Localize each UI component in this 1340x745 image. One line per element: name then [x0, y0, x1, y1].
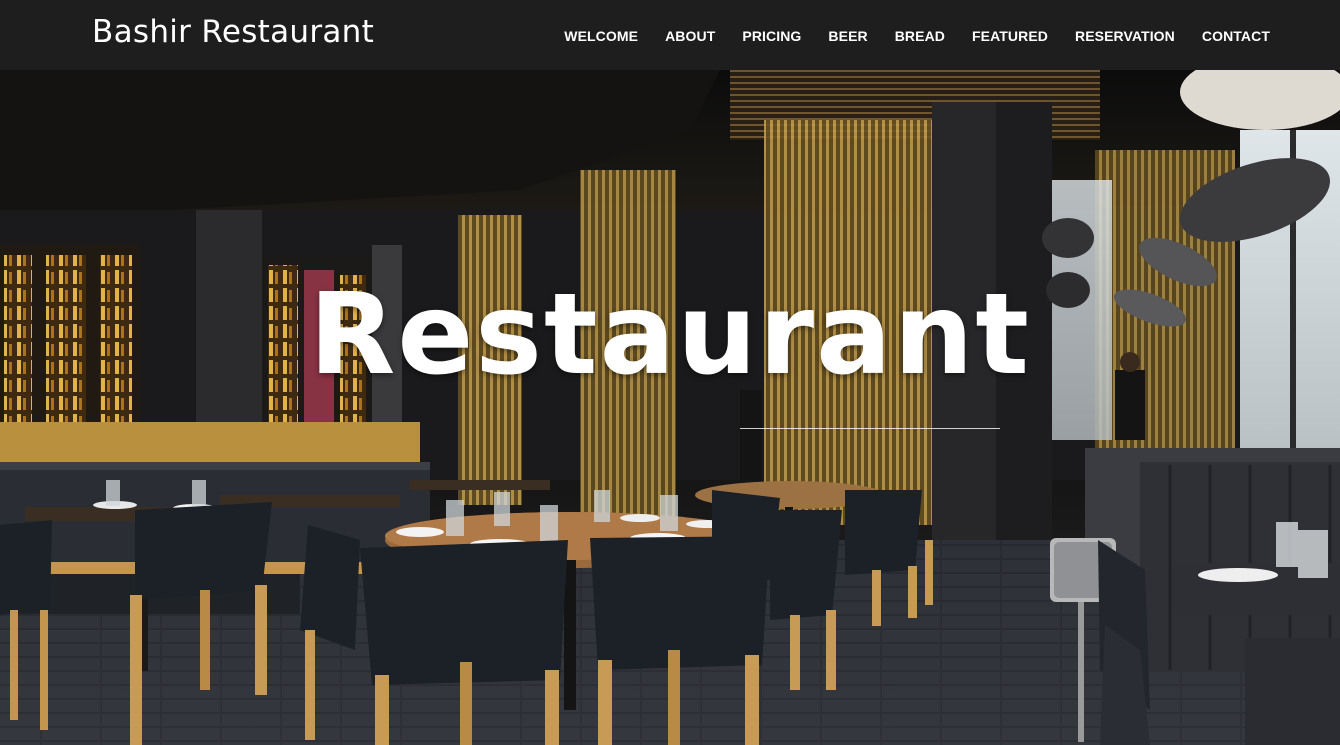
- nav-item-bread: BREAD: [895, 26, 945, 45]
- nav-item-reservation: RESERVATION: [1075, 26, 1175, 45]
- hero-divider: [740, 428, 1000, 429]
- nav-link-about[interactable]: ABOUT: [665, 28, 715, 44]
- brand-logo-link[interactable]: Bashir Restaurant: [92, 14, 374, 50]
- nav-link-bread[interactable]: BREAD: [895, 28, 945, 44]
- hero-title: Restaurant: [309, 270, 1031, 400]
- nav-link-reservation[interactable]: RESERVATION: [1075, 28, 1175, 44]
- nav-link-beer[interactable]: BEER: [828, 28, 867, 44]
- main-nav: WELCOME ABOUT PRICING BEER BREAD FEATURE…: [537, 0, 1270, 70]
- restaurant-interior-photo: [0, 70, 1340, 745]
- nav-link-contact[interactable]: CONTACT: [1202, 28, 1270, 44]
- nav-item-about: ABOUT: [665, 26, 715, 45]
- hero-section: Restaurant: [0, 70, 1340, 745]
- nav-link-welcome[interactable]: WELCOME: [564, 28, 638, 44]
- top-navbar: Bashir Restaurant WELCOME ABOUT PRICING …: [0, 0, 1340, 70]
- nav-item-contact: CONTACT: [1202, 26, 1270, 45]
- nav-item-pricing: PRICING: [742, 26, 801, 45]
- nav-item-beer: BEER: [828, 26, 867, 45]
- nav-item-featured: FEATURED: [972, 26, 1048, 45]
- nav-link-pricing[interactable]: PRICING: [742, 28, 801, 44]
- nav-item-welcome: WELCOME: [564, 26, 638, 45]
- nav-link-featured[interactable]: FEATURED: [972, 28, 1048, 44]
